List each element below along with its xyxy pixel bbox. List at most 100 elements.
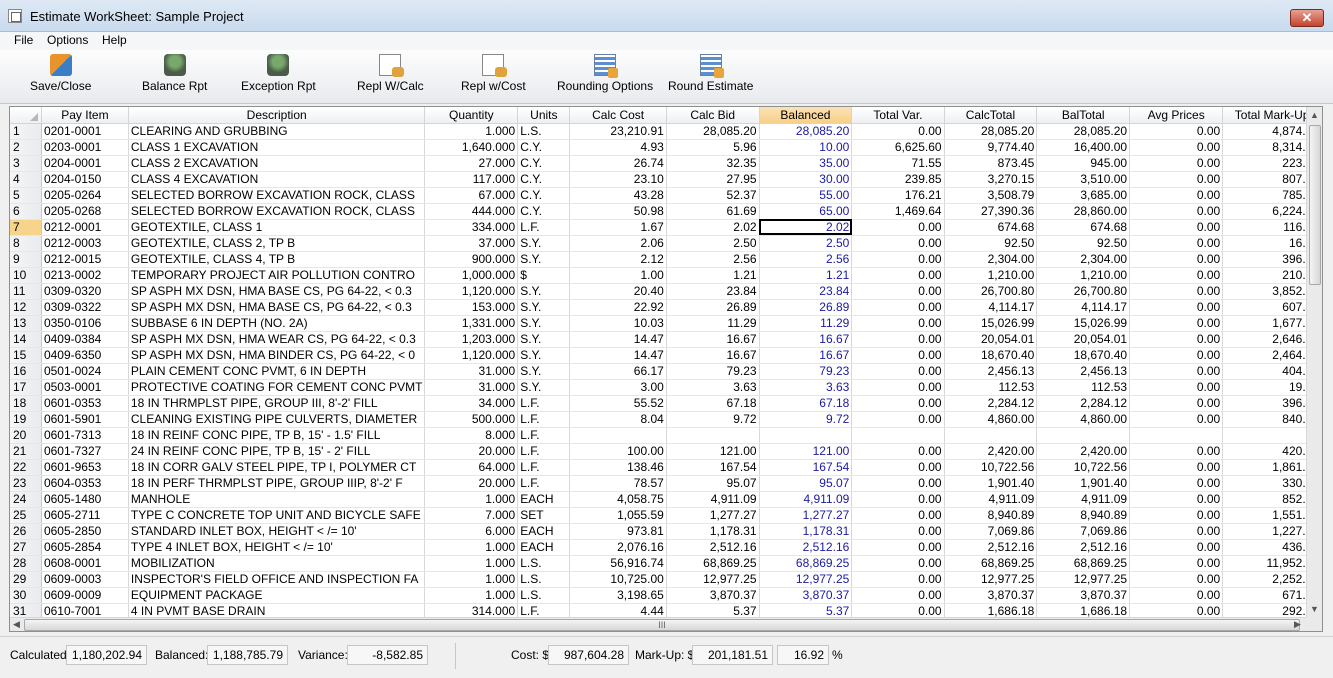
avg-prices-cell[interactable]: 0.00 [1129, 523, 1224, 540]
rounding-options-button[interactable]: Rounding Options [557, 54, 653, 93]
bal-total-cell[interactable]: 15,026.99 [1036, 315, 1131, 332]
calc-cost-cell[interactable]: 20.40 [569, 283, 667, 300]
units-cell[interactable]: S.Y. [517, 299, 571, 316]
pay-item-cell[interactable]: 0204-0150 [41, 171, 129, 188]
pay-item-cell[interactable]: 0309-0320 [41, 283, 129, 300]
calc-cost-cell[interactable]: 14.47 [569, 331, 667, 348]
balanced-cell[interactable]: 30.00 [759, 171, 853, 188]
row-number[interactable]: 6 [10, 203, 42, 220]
row-number[interactable]: 24 [10, 491, 42, 508]
quantity-cell[interactable]: 31.000 [424, 363, 519, 380]
select-all-corner[interactable] [10, 107, 42, 124]
pay-item-cell[interactable]: 0605-2850 [41, 523, 129, 540]
bal-total-cell[interactable]: 92.50 [1036, 235, 1131, 252]
avg-prices-cell[interactable]: 0.00 [1129, 187, 1224, 204]
balanced-cell[interactable]: 68,869.25 [759, 555, 853, 572]
calc-cost-cell[interactable]: 1,055.59 [569, 507, 667, 524]
column-header-total-var[interactable]: Total Var. [851, 107, 945, 124]
total-var-cell[interactable]: 0.00 [851, 475, 945, 492]
bal-total-cell[interactable]: 10,722.56 [1036, 459, 1131, 476]
quantity-cell[interactable]: 20.000 [424, 443, 519, 460]
calc-cost-cell[interactable]: 10.03 [569, 315, 667, 332]
balanced-cell[interactable]: 23.84 [759, 283, 853, 300]
calc-bid-cell[interactable]: 32.35 [666, 155, 760, 172]
calc-bid-cell[interactable]: 12,977.25 [666, 571, 760, 588]
calc-bid-cell[interactable]: 2.02 [666, 219, 760, 236]
calc-total-cell[interactable]: 2,304.00 [944, 251, 1038, 268]
calc-cost-cell[interactable]: 10,725.00 [569, 571, 667, 588]
avg-prices-cell[interactable]: 0.00 [1129, 123, 1224, 140]
calc-cost-cell[interactable]: 2.12 [569, 251, 667, 268]
calc-cost-cell[interactable]: 2.06 [569, 235, 667, 252]
column-header-calc-total[interactable]: CalcTotal [944, 107, 1038, 124]
avg-prices-cell[interactable]: 0.00 [1129, 267, 1224, 284]
description-cell[interactable]: 18 IN REINF CONC PIPE, TP B, 15' - 1.5' … [128, 427, 426, 444]
quantity-cell[interactable]: 1.000 [424, 491, 519, 508]
calc-cost-cell[interactable]: 100.00 [569, 443, 667, 460]
column-header-calc-bid[interactable]: Calc Bid [666, 107, 760, 124]
quantity-cell[interactable]: 6.000 [424, 523, 519, 540]
balanced-cell[interactable]: 3,870.37 [759, 587, 853, 604]
description-cell[interactable]: TYPE 4 INLET BOX, HEIGHT < /= 10' [128, 539, 426, 556]
total-var-cell[interactable]: 239.85 [851, 171, 945, 188]
table-row[interactable]: 23 0604-0353 18 IN PERF THRMPLST PIPE, GRO… [10, 475, 1322, 492]
units-cell[interactable]: $ [517, 267, 571, 284]
calc-total-cell[interactable]: 2,512.16 [944, 539, 1038, 556]
pay-item-cell[interactable]: 0604-0353 [41, 475, 129, 492]
vertical-scroll-thumb[interactable] [1309, 125, 1321, 285]
table-row[interactable]: 5 0205-0264 SELECTED BORROW EXCAVATION ROC… [10, 187, 1322, 204]
quantity-cell[interactable]: 64.000 [424, 459, 519, 476]
repl-w-calc-button[interactable]: Repl W/Calc [357, 54, 424, 93]
calc-total-cell[interactable]: 20,054.01 [944, 331, 1038, 348]
calc-cost-cell[interactable]: 23.10 [569, 171, 667, 188]
pay-item-cell[interactable]: 0601-7327 [41, 443, 129, 460]
calc-cost-cell[interactable]: 56,916.74 [569, 555, 667, 572]
row-number[interactable]: 3 [10, 155, 42, 172]
quantity-cell[interactable]: 1,000.000 [424, 267, 519, 284]
balanced-cell[interactable]: 28,085.20 [759, 123, 853, 140]
table-row[interactable]: 27 0605-2854 TYPE 4 INLET BOX, HEIGHT < /=… [10, 539, 1322, 556]
row-number[interactable]: 26 [10, 523, 42, 540]
scroll-up-icon[interactable]: ▲ [1310, 110, 1319, 120]
quantity-cell[interactable]: 153.000 [424, 299, 519, 316]
total-var-cell[interactable]: 6,625.60 [851, 139, 945, 156]
description-cell[interactable]: PLAIN CEMENT CONC PVMT, 6 IN DEPTH [128, 363, 426, 380]
balanced-cell[interactable]: 167.54 [759, 459, 853, 476]
bal-total-cell[interactable]: 18,670.40 [1036, 347, 1131, 364]
balanced-cell[interactable]: 95.07 [759, 475, 853, 492]
description-cell[interactable]: CLEARING AND GRUBBING [128, 123, 426, 140]
calc-cost-cell[interactable]: 3.00 [569, 379, 667, 396]
quantity-cell[interactable]: 67.000 [424, 187, 519, 204]
description-cell[interactable]: GEOTEXTILE, CLASS 1 [128, 219, 426, 236]
quantity-cell[interactable]: 20.000 [424, 475, 519, 492]
bal-total-cell[interactable]: 28,085.20 [1036, 123, 1131, 140]
avg-prices-cell[interactable] [1129, 427, 1224, 444]
quantity-cell[interactable]: 1.000 [424, 123, 519, 140]
table-row[interactable]: 26 0605-2850 STANDARD INLET BOX, HEIGHT < … [10, 523, 1322, 540]
vertical-scrollbar[interactable]: ▲ ▼ [1306, 107, 1322, 617]
pay-item-cell[interactable]: 0605-2711 [41, 507, 129, 524]
quantity-cell[interactable]: 1,331.000 [424, 315, 519, 332]
total-var-cell[interactable]: 0.00 [851, 347, 945, 364]
calc-cost-cell[interactable]: 14.47 [569, 347, 667, 364]
column-header-balanced[interactable]: Balanced [759, 107, 853, 124]
units-cell[interactable]: S.Y. [517, 331, 571, 348]
quantity-cell[interactable]: 1.000 [424, 539, 519, 556]
total-var-cell[interactable]: 0.00 [851, 331, 945, 348]
quantity-cell[interactable]: 1,120.000 [424, 347, 519, 364]
quantity-cell[interactable]: 444.000 [424, 203, 519, 220]
description-cell[interactable]: MOBILIZATION [128, 555, 426, 572]
calc-bid-cell[interactable]: 1,178.31 [666, 523, 760, 540]
calc-bid-cell[interactable]: 5.96 [666, 139, 760, 156]
row-number[interactable]: 15 [10, 347, 42, 364]
bal-total-cell[interactable]: 7,069.86 [1036, 523, 1131, 540]
pay-item-cell[interactable]: 0203-0001 [41, 139, 129, 156]
calc-bid-cell[interactable]: 67.18 [666, 395, 760, 412]
row-number[interactable]: 4 [10, 171, 42, 188]
total-var-cell[interactable]: 0.00 [851, 539, 945, 556]
calc-total-cell[interactable]: 28,085.20 [944, 123, 1038, 140]
pay-item-cell[interactable]: 0409-0384 [41, 331, 129, 348]
bal-total-cell[interactable]: 3,685.00 [1036, 187, 1131, 204]
bal-total-cell[interactable]: 2,456.13 [1036, 363, 1131, 380]
bal-total-cell[interactable]: 3,510.00 [1036, 171, 1131, 188]
